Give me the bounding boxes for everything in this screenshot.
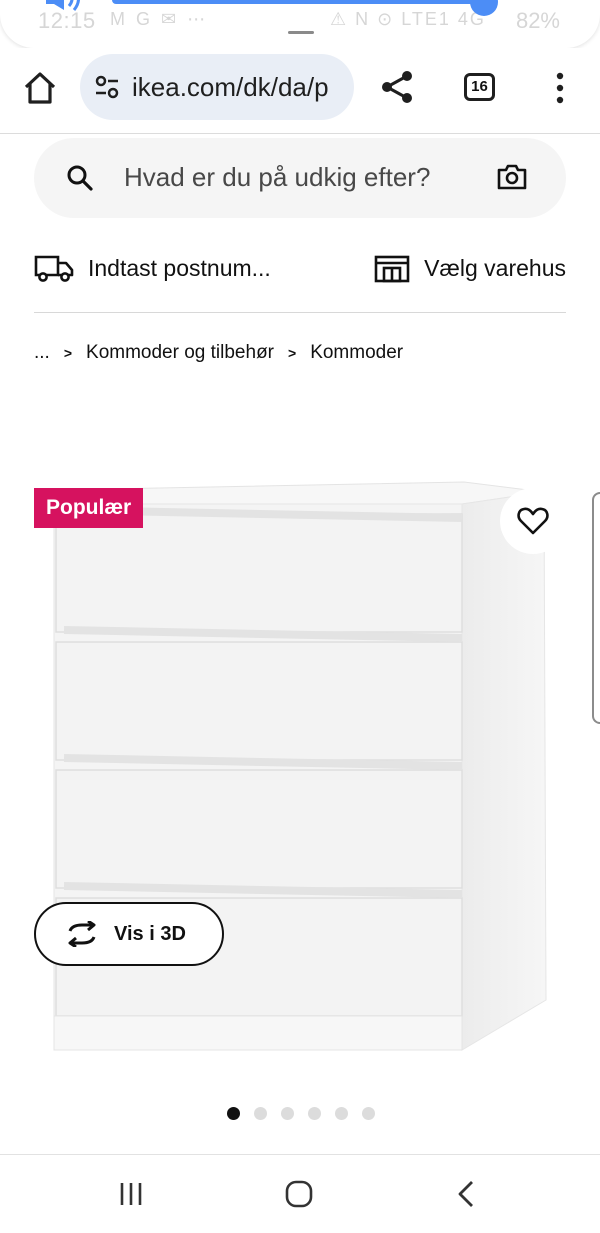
search-bar[interactable]: Hvad er du på udkig efter? <box>34 138 566 218</box>
section-divider <box>34 312 566 313</box>
store-label[interactable]: Vælg varehus <box>424 255 566 282</box>
carousel-dot-5[interactable] <box>335 1107 348 1120</box>
status-network-icons: ⚠ N ⊙ LTE1 4G <box>330 9 486 29</box>
home-icon[interactable] <box>22 70 58 106</box>
share-icon[interactable] <box>378 68 416 106</box>
recent-apps-icon[interactable] <box>118 1181 144 1207</box>
search-input[interactable]: Hvad er du på udkig efter? <box>124 162 430 193</box>
browser-toolbar: ikea.com/dk/da/p 16 <box>0 48 600 134</box>
system-navigation-bar <box>0 1154 600 1233</box>
panel-handle[interactable] <box>288 31 314 34</box>
home-nav-icon[interactable] <box>285 1180 313 1208</box>
heart-icon[interactable] <box>517 506 549 536</box>
status-notification-icons: M G ✉ ⋯ <box>110 9 209 29</box>
postcode-selector[interactable]: Indtast postnum... <box>34 248 271 288</box>
carousel-dot-4[interactable] <box>308 1107 321 1120</box>
product-image[interactable] <box>34 480 566 1060</box>
chest-of-drawers-image <box>53 481 547 1051</box>
more-options-icon[interactable] <box>550 70 570 106</box>
truck-icon <box>34 255 74 282</box>
view-in-3d-label[interactable]: Vis i 3D <box>114 923 186 946</box>
breadcrumb: ... > Kommoder og tilbehør > Kommoder <box>34 342 403 364</box>
carousel-dot-3[interactable] <box>281 1107 294 1120</box>
carousel-dot-1[interactable] <box>227 1107 240 1120</box>
breadcrumb-chests-and-accessories[interactable]: Kommoder og tilbehør <box>86 342 274 364</box>
status-bar: 12:15 M G ✉ ⋯ ⚠ N ⊙ LTE1 4G 82% <box>0 0 600 48</box>
rotate-3d-icon <box>68 921 96 947</box>
volume-icon <box>46 0 80 11</box>
popular-badge: Populær <box>34 488 144 528</box>
breadcrumb-chests[interactable]: Kommoder <box>310 342 403 364</box>
store-selector[interactable]: Vælg varehus <box>374 248 566 288</box>
store-icon <box>374 255 410 283</box>
url-text[interactable]: ikea.com/dk/da/p <box>132 72 344 103</box>
edge-panel-handle[interactable] <box>592 492 600 724</box>
volume-slider-track[interactable] <box>112 0 484 4</box>
breadcrumb-more[interactable]: ... <box>34 342 50 364</box>
back-icon[interactable] <box>456 1180 476 1208</box>
address-bar[interactable]: ikea.com/dk/da/p <box>80 54 354 120</box>
favorite-button[interactable] <box>500 488 566 554</box>
battery-level: 82% <box>515 8 560 33</box>
chevron-right-icon: > <box>63 345 73 361</box>
camera-icon[interactable] <box>496 162 528 192</box>
view-in-3d-button[interactable]: Vis i 3D <box>34 902 224 966</box>
site-settings-icon[interactable] <box>94 74 120 100</box>
postcode-label[interactable]: Indtast postnum... <box>88 255 271 282</box>
search-icon[interactable] <box>66 164 94 192</box>
image-carousel-dots <box>227 1107 375 1120</box>
tab-switcher-button[interactable]: 16 <box>464 73 495 101</box>
carousel-dot-2[interactable] <box>254 1107 267 1120</box>
carousel-dot-6[interactable] <box>362 1107 375 1120</box>
chevron-right-icon: > <box>288 345 297 361</box>
